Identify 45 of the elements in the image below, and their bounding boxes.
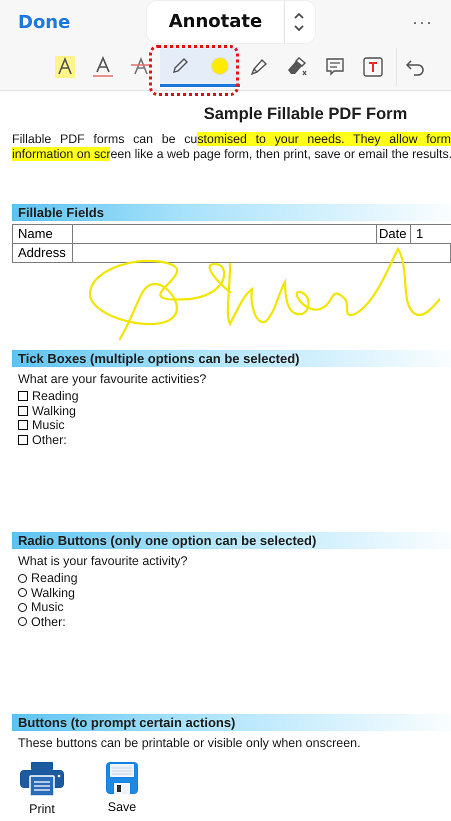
option-label: Music	[31, 600, 64, 614]
speech-bubble-icon	[325, 57, 345, 77]
document-title: Sample Fillable PDF Form	[202, 105, 408, 124]
option-label: Other:	[31, 614, 66, 629]
option-label: Reading	[32, 389, 79, 404]
pencil-icon	[171, 56, 189, 74]
printer-icon[interactable]	[20, 762, 64, 796]
button-label: Save	[108, 800, 136, 814]
radio-button[interactable]	[18, 574, 27, 583]
radio-button[interactable]	[18, 588, 27, 598]
checkbox[interactable]	[18, 391, 28, 402]
color-tool-button[interactable]	[200, 47, 240, 87]
eraser-icon	[286, 57, 308, 77]
text-box-icon	[362, 56, 384, 78]
section-heading: Fillable Fields	[12, 204, 451, 221]
undo-icon	[404, 58, 424, 76]
option-label: Walking	[31, 586, 75, 600]
checkbox[interactable]	[18, 434, 28, 445]
checkbox[interactable]	[18, 406, 28, 416]
input-field[interactable]: 1	[411, 225, 451, 243]
question-text: What are your favourite activities?	[18, 372, 208, 386]
option-label: Walking	[32, 404, 76, 418]
radio-button[interactable]	[18, 602, 27, 612]
done-button[interactable]: Done	[18, 12, 70, 32]
checkbox[interactable]	[18, 420, 28, 430]
radio-button[interactable]	[18, 617, 27, 626]
underlined-letter-icon	[93, 56, 113, 78]
button-label: Print	[29, 802, 55, 816]
option-label: Reading	[31, 571, 78, 586]
field-label: Date	[377, 225, 411, 243]
option-label: Music	[32, 418, 65, 432]
section-heading: Radio Buttons (only one option can be selected)	[12, 532, 451, 549]
question-text: What is your favourite activity?	[18, 554, 189, 568]
field-label: Name	[13, 225, 73, 243]
mode-selector[interactable]: Annotate	[147, 1, 315, 43]
marker-icon	[249, 57, 269, 77]
section-note: These buttons can be printable or visible only when onscreen.	[18, 736, 362, 750]
pen-tool-button[interactable]	[160, 47, 200, 87]
option-label: Other:	[32, 432, 67, 447]
chevron-updown-icon	[293, 11, 305, 33]
highlighted-letter-icon	[55, 56, 75, 78]
more-button[interactable]: ···	[412, 12, 433, 32]
section-heading: Tick Boxes (multiple options can be selected)	[12, 350, 451, 367]
section-heading: Buttons (to prompt certain actions)	[12, 714, 451, 731]
field-label: Address	[13, 244, 73, 262]
